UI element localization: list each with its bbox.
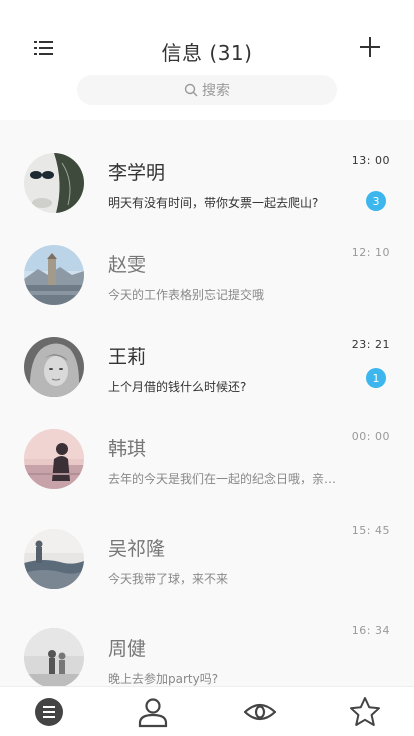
message-preview: 上个月借的钱什么时候还? <box>108 380 247 394</box>
list-item[interactable]: 赵雯 今天的工作表格别忘记提交哦 12: 10 <box>0 226 414 322</box>
message-time: 15: 45 <box>351 524 390 537</box>
contact-name: 吴祁隆 <box>108 538 166 560</box>
unread-badge: 1 <box>366 368 386 388</box>
message-time: 13: 00 <box>351 154 390 167</box>
discover-tab-icon[interactable] <box>244 696 276 728</box>
message-time: 16: 34 <box>351 624 390 637</box>
bottom-tab-bar <box>0 686 414 736</box>
list-item[interactable]: 王莉 上个月借的钱什么时候还? 23: 21 1 <box>0 318 414 414</box>
header: 信息 (31) 搜索 <box>0 0 414 120</box>
messages-tab-icon[interactable] <box>33 696 65 728</box>
list-item[interactable]: 韩琪 去年的今天是我们在一起的纪念日哦，亲… 00: 00 <box>0 410 414 506</box>
list-item[interactable]: 李学明 明天有没有时间，带你女票一起去爬山? 13: 00 3 <box>0 134 414 230</box>
message-time: 23: 21 <box>351 338 390 351</box>
unread-badge: 3 <box>366 191 386 211</box>
list-item[interactable]: 周健 晚上去参加party吗? 16: 34 <box>0 610 414 686</box>
add-icon[interactable] <box>358 35 382 59</box>
avatar <box>24 529 84 589</box>
message-list: 李学明 明天有没有时间，带你女票一起去爬山? 13: 00 3 赵雯 今天的工作… <box>0 120 414 686</box>
message-preview: 今天的工作表格别忘记提交哦 <box>108 288 265 302</box>
message-time: 12: 10 <box>351 246 390 259</box>
page-title: 信息 (31) <box>161 41 253 65</box>
contact-name: 韩琪 <box>108 438 147 460</box>
message-time: 00: 00 <box>351 430 390 443</box>
message-preview: 明天有没有时间，带你女票一起去爬山? <box>108 196 319 210</box>
message-preview: 今天我带了球，来不来 <box>108 572 229 586</box>
contact-name: 李学明 <box>108 162 166 184</box>
avatar <box>24 153 84 213</box>
favorites-tab-icon[interactable] <box>349 696 381 728</box>
contacts-tab-icon[interactable] <box>137 696 169 728</box>
contact-name: 王莉 <box>108 346 147 368</box>
avatar <box>24 245 84 305</box>
search-input[interactable]: 搜索 <box>77 75 337 105</box>
message-preview: 去年的今天是我们在一起的纪念日哦，亲… <box>108 472 337 486</box>
contact-name: 赵雯 <box>108 254 147 276</box>
contact-name: 周健 <box>108 638 147 660</box>
message-preview: 晚上去参加party吗? <box>108 672 219 686</box>
list-item[interactable]: 吴祁隆 今天我带了球，来不来 15: 45 <box>0 510 414 606</box>
avatar <box>24 429 84 489</box>
search-icon <box>184 83 198 97</box>
avatar <box>24 337 84 397</box>
search-placeholder: 搜索 <box>202 83 230 99</box>
avatar <box>24 628 84 686</box>
